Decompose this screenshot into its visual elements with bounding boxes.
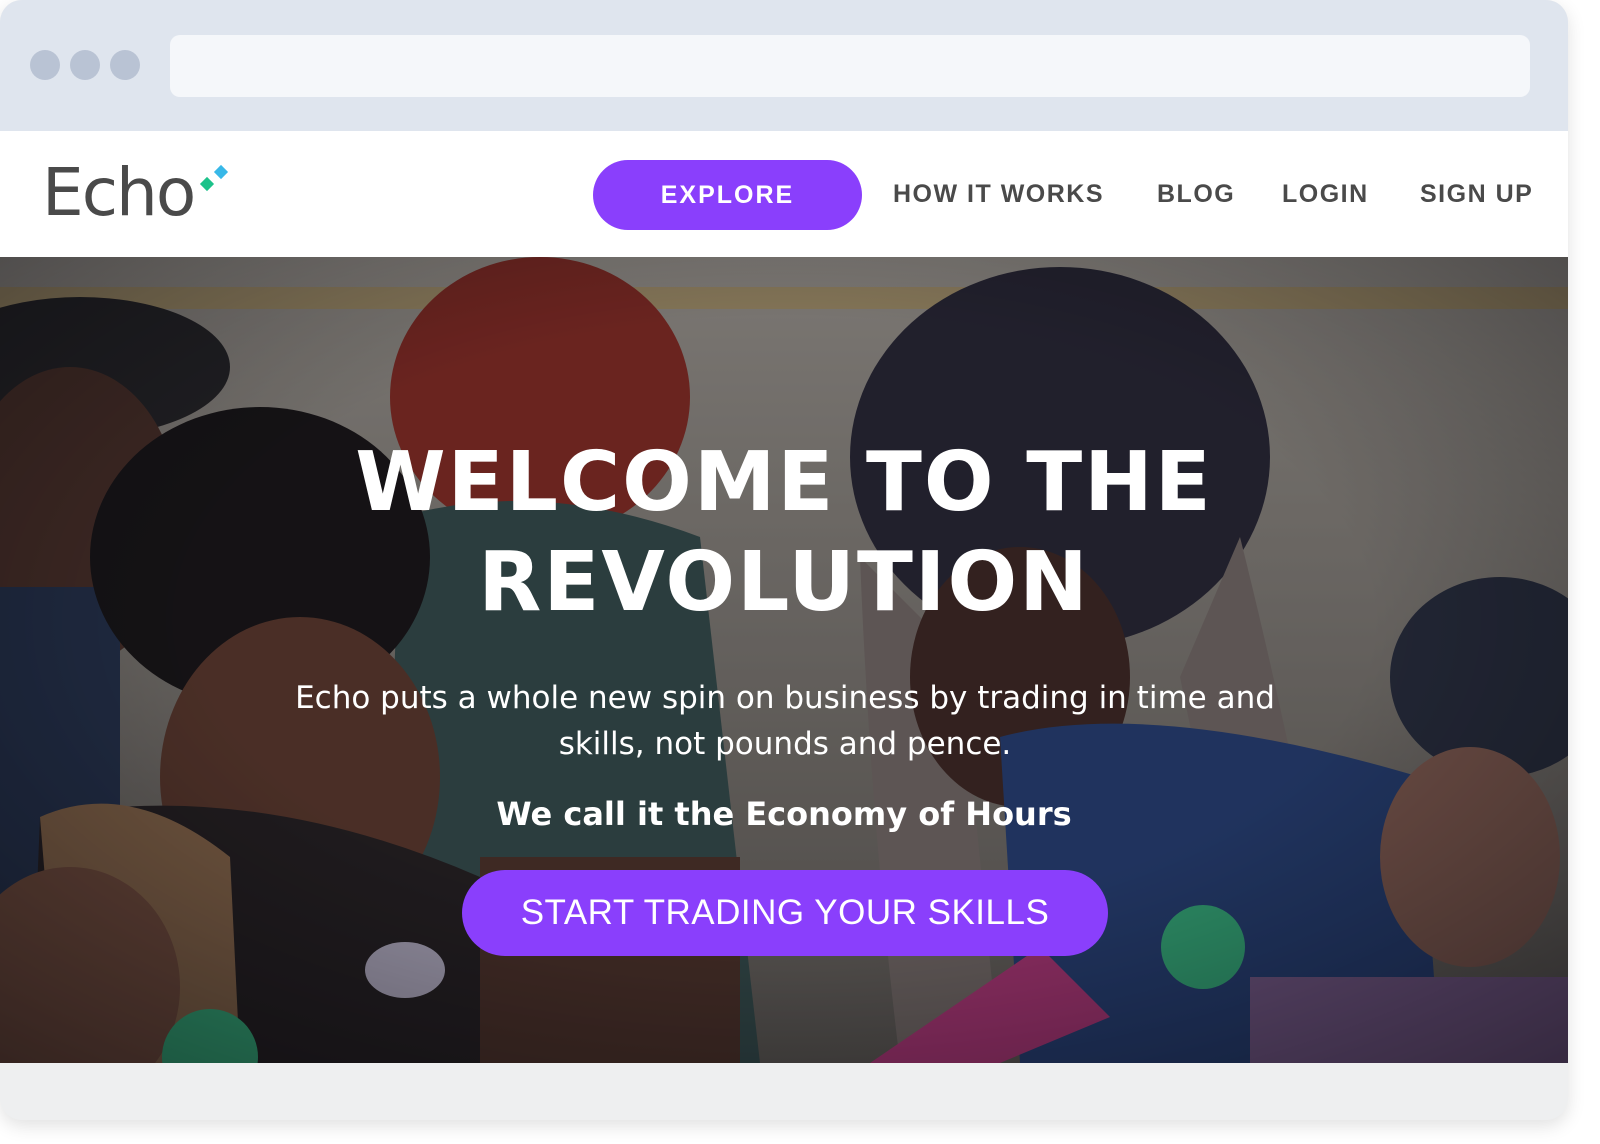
nav-link-how-it-works[interactable]: HOW IT WORKS bbox=[893, 180, 1104, 209]
nav-link-blog[interactable]: BLOG bbox=[1157, 180, 1235, 209]
site-header: Echo EXPLORE HOW IT WORKS BLOG LOGIN SIG… bbox=[0, 131, 1568, 257]
start-trading-button[interactable]: START TRADING YOUR SKILLS bbox=[462, 870, 1108, 956]
browser-chrome bbox=[0, 0, 1568, 131]
hero: WELCOME TO THE REVOLUTION Echo puts a wh… bbox=[0, 257, 1568, 1063]
main-nav: EXPLORE HOW IT WORKS BLOG LOGIN SIGN UP bbox=[0, 160, 1568, 230]
nav-link-sign-up[interactable]: SIGN UP bbox=[1420, 180, 1533, 209]
hero-title-line: WELCOME TO THE bbox=[355, 435, 1213, 530]
page-footer-strip bbox=[0, 1063, 1568, 1120]
address-bar[interactable] bbox=[170, 35, 1530, 97]
browser-window: Echo EXPLORE HOW IT WORKS BLOG LOGIN SIG… bbox=[0, 0, 1568, 1120]
hero-description: Echo puts a whole new spin on business b… bbox=[295, 680, 1275, 762]
window-dot-icon[interactable] bbox=[30, 50, 60, 80]
hero-title-line: REVOLUTION bbox=[478, 535, 1090, 630]
window-dot-icon[interactable] bbox=[70, 50, 100, 80]
explore-button[interactable]: EXPLORE bbox=[593, 160, 862, 230]
hero-title: WELCOME TO THE REVOLUTION bbox=[0, 433, 1568, 633]
window-dot-icon[interactable] bbox=[110, 50, 140, 80]
hero-tagline: We call it the Economy of Hours bbox=[496, 795, 1072, 833]
nav-link-login[interactable]: LOGIN bbox=[1282, 180, 1369, 209]
